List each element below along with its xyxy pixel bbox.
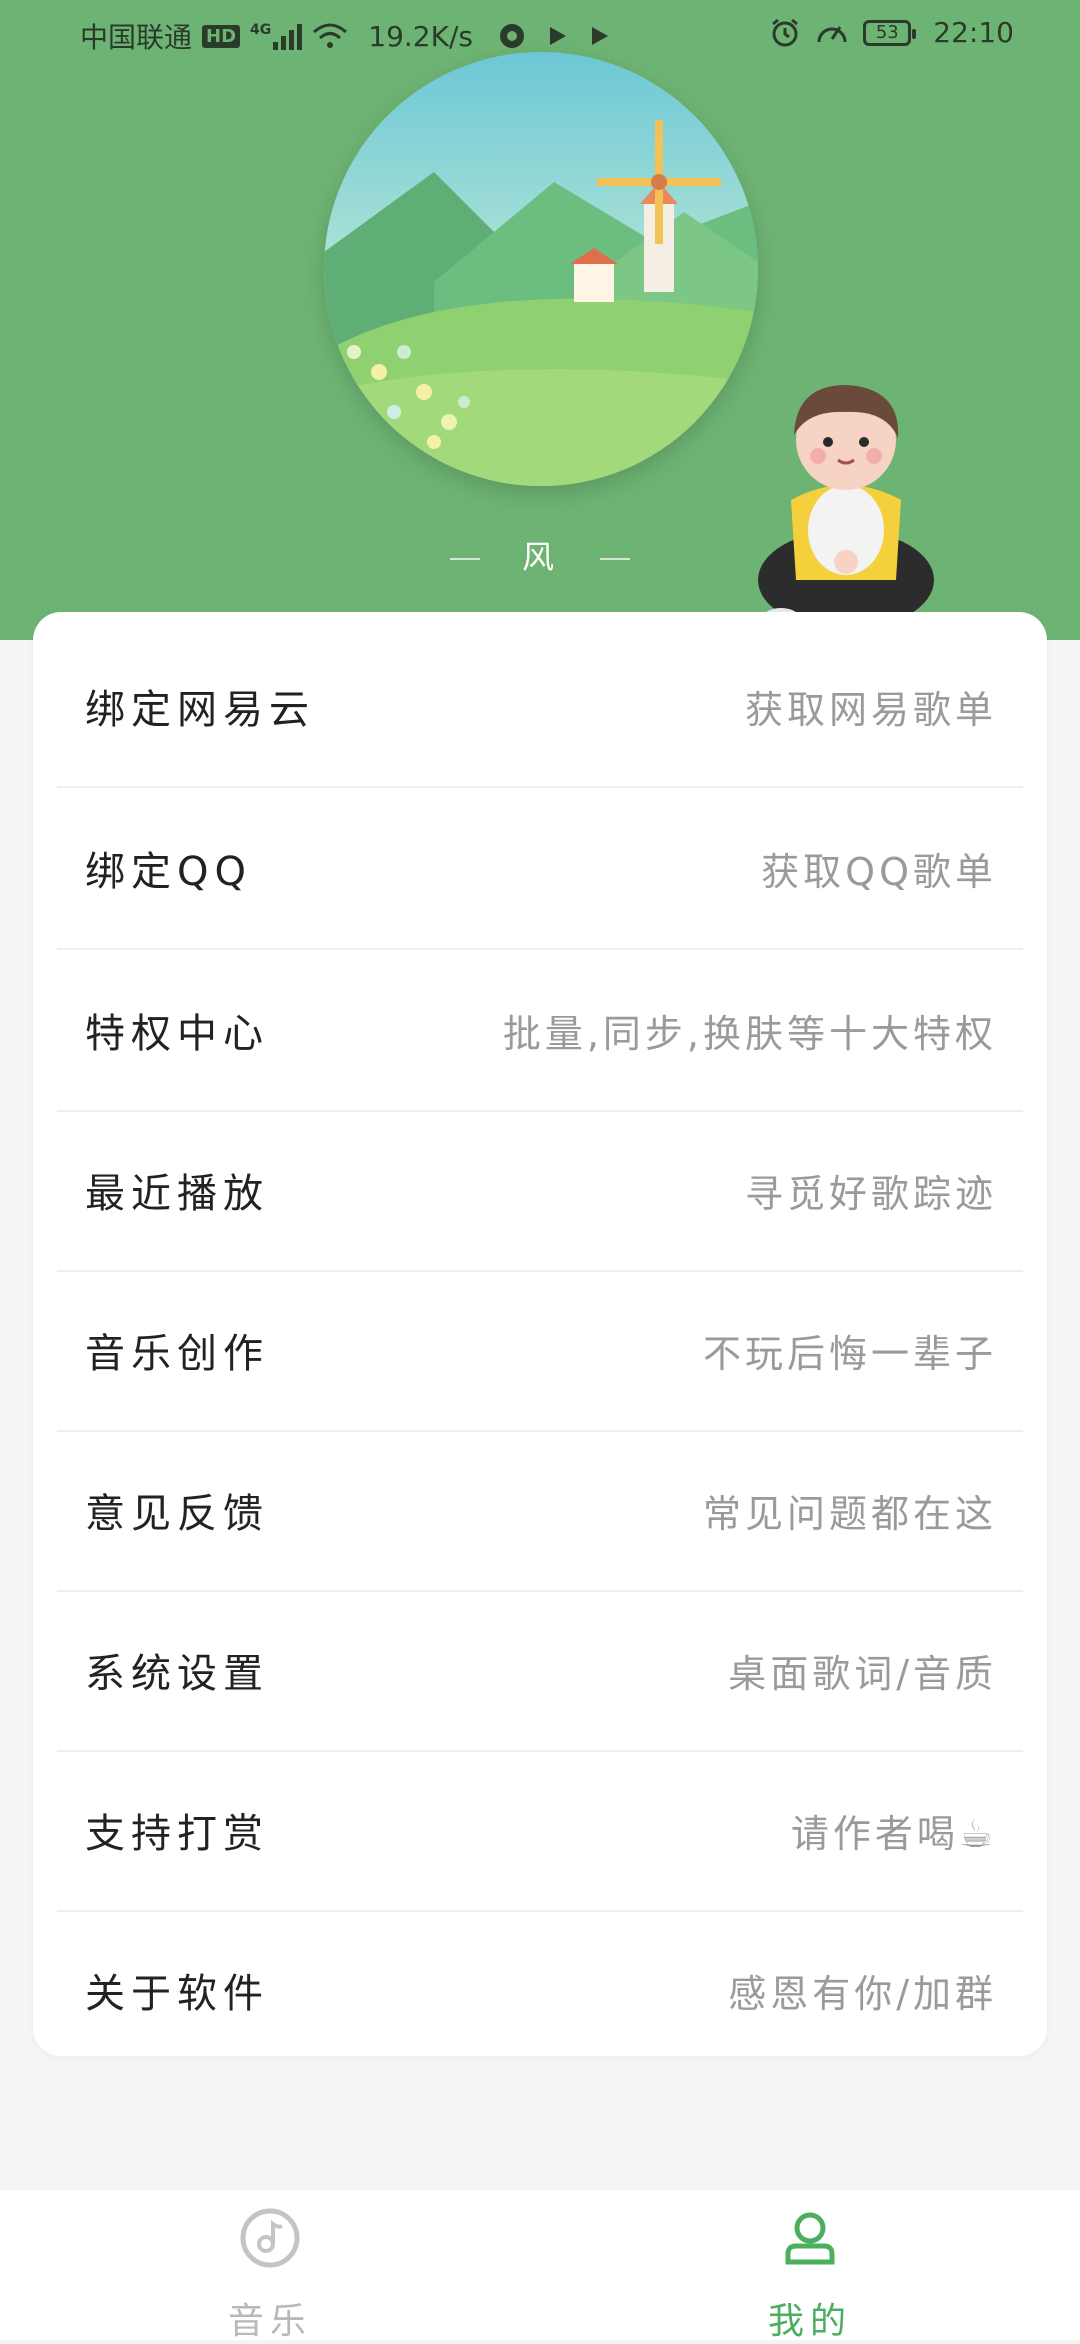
alarm-icon bbox=[772, 18, 799, 46]
header-scenery-image bbox=[324, 52, 758, 486]
play-icon bbox=[550, 27, 566, 45]
menu-card: 绑定网易云 获取网易歌单 绑定QQ 获取QQ歌单 特权中心 批量,同步,换肤等十… bbox=[33, 612, 1047, 2056]
menu-item-bind-netease[interactable]: 绑定网易云 获取网易歌单 bbox=[57, 626, 1023, 786]
menu-item-about[interactable]: 关于软件 感恩有你/加群 bbox=[57, 1910, 1023, 2070]
menu-item-feedback[interactable]: 意见反馈 常见问题都在这 bbox=[57, 1430, 1023, 1590]
menu-item-label: 音乐创作 bbox=[85, 1331, 269, 1377]
menu-item-label: 最近播放 bbox=[85, 1171, 269, 1217]
signal-icon: 4G bbox=[250, 22, 303, 50]
speedometer-icon bbox=[817, 25, 847, 42]
menu-item-label: 关于软件 bbox=[85, 1971, 269, 2017]
menu-item-desc: 获取QQ歌单 bbox=[761, 849, 997, 894]
menu-item-desc: 桌面歌词/音质 bbox=[728, 1651, 997, 1696]
menu-item-desc: 批量,同步,换肤等十大特权 bbox=[502, 1011, 997, 1056]
battery-icon: 53 bbox=[863, 19, 917, 46]
menu-item-support-tip[interactable]: 支持打赏 请作者喝☕ bbox=[57, 1750, 1023, 1910]
menu-item-label: 系统设置 bbox=[85, 1651, 269, 1697]
menu-item-desc: 获取网易歌单 bbox=[744, 687, 997, 732]
menu-item-privilege-center[interactable]: 特权中心 批量,同步,换肤等十大特权 bbox=[57, 950, 1023, 1110]
wifi-icon bbox=[313, 23, 348, 48]
nav-tab-music-label: 音乐 bbox=[227, 2301, 312, 2342]
clock: 22:10 bbox=[933, 16, 1014, 49]
menu-item-music-creation[interactable]: 音乐创作 不玩后悔一辈子 bbox=[57, 1270, 1023, 1430]
nav-tab-music[interactable]: 音乐 bbox=[150, 2200, 390, 2342]
menu-item-system-settings[interactable]: 系统设置 桌面歌词/音质 bbox=[57, 1590, 1023, 1750]
menu-item-label: 意见反馈 bbox=[85, 1491, 269, 1537]
music-disc-icon bbox=[240, 2208, 300, 2268]
menu-item-label: 绑定网易云 bbox=[85, 687, 315, 733]
play-icon-2 bbox=[592, 27, 608, 45]
menu-item-label: 特权中心 bbox=[85, 1011, 269, 1057]
user-icon bbox=[785, 2212, 835, 2265]
menu-item-bind-qq[interactable]: 绑定QQ 获取QQ歌单 bbox=[57, 788, 1023, 948]
nav-tab-mine-label: 我的 bbox=[767, 2301, 852, 2342]
menu-item-desc: 常见问题都在这 bbox=[702, 1491, 997, 1536]
menu-item-recent-play[interactable]: 最近播放 寻觅好歌踪迹 bbox=[57, 1110, 1023, 1270]
bottom-nav: 音乐 我的 bbox=[0, 2190, 1080, 2342]
carrier-label: 中国联通 bbox=[80, 21, 193, 54]
nav-tab-mine[interactable]: 我的 bbox=[690, 2200, 930, 2342]
menu-item-desc: 感恩有你/加群 bbox=[728, 1971, 997, 2016]
hd-badge: HD bbox=[202, 24, 241, 48]
network-type: 4G bbox=[250, 22, 272, 38]
menu-item-desc: 请作者喝☕ bbox=[790, 1811, 997, 1856]
menu-item-desc: 不玩后悔一辈子 bbox=[702, 1331, 997, 1376]
menu-item-desc: 寻觅好歌踪迹 bbox=[744, 1171, 997, 1216]
app-notification-icon bbox=[500, 24, 524, 48]
network-speed: 19.2K/s bbox=[368, 19, 473, 53]
menu-item-label: 绑定QQ bbox=[85, 849, 252, 895]
menu-item-label: 支持打赏 bbox=[85, 1811, 269, 1857]
